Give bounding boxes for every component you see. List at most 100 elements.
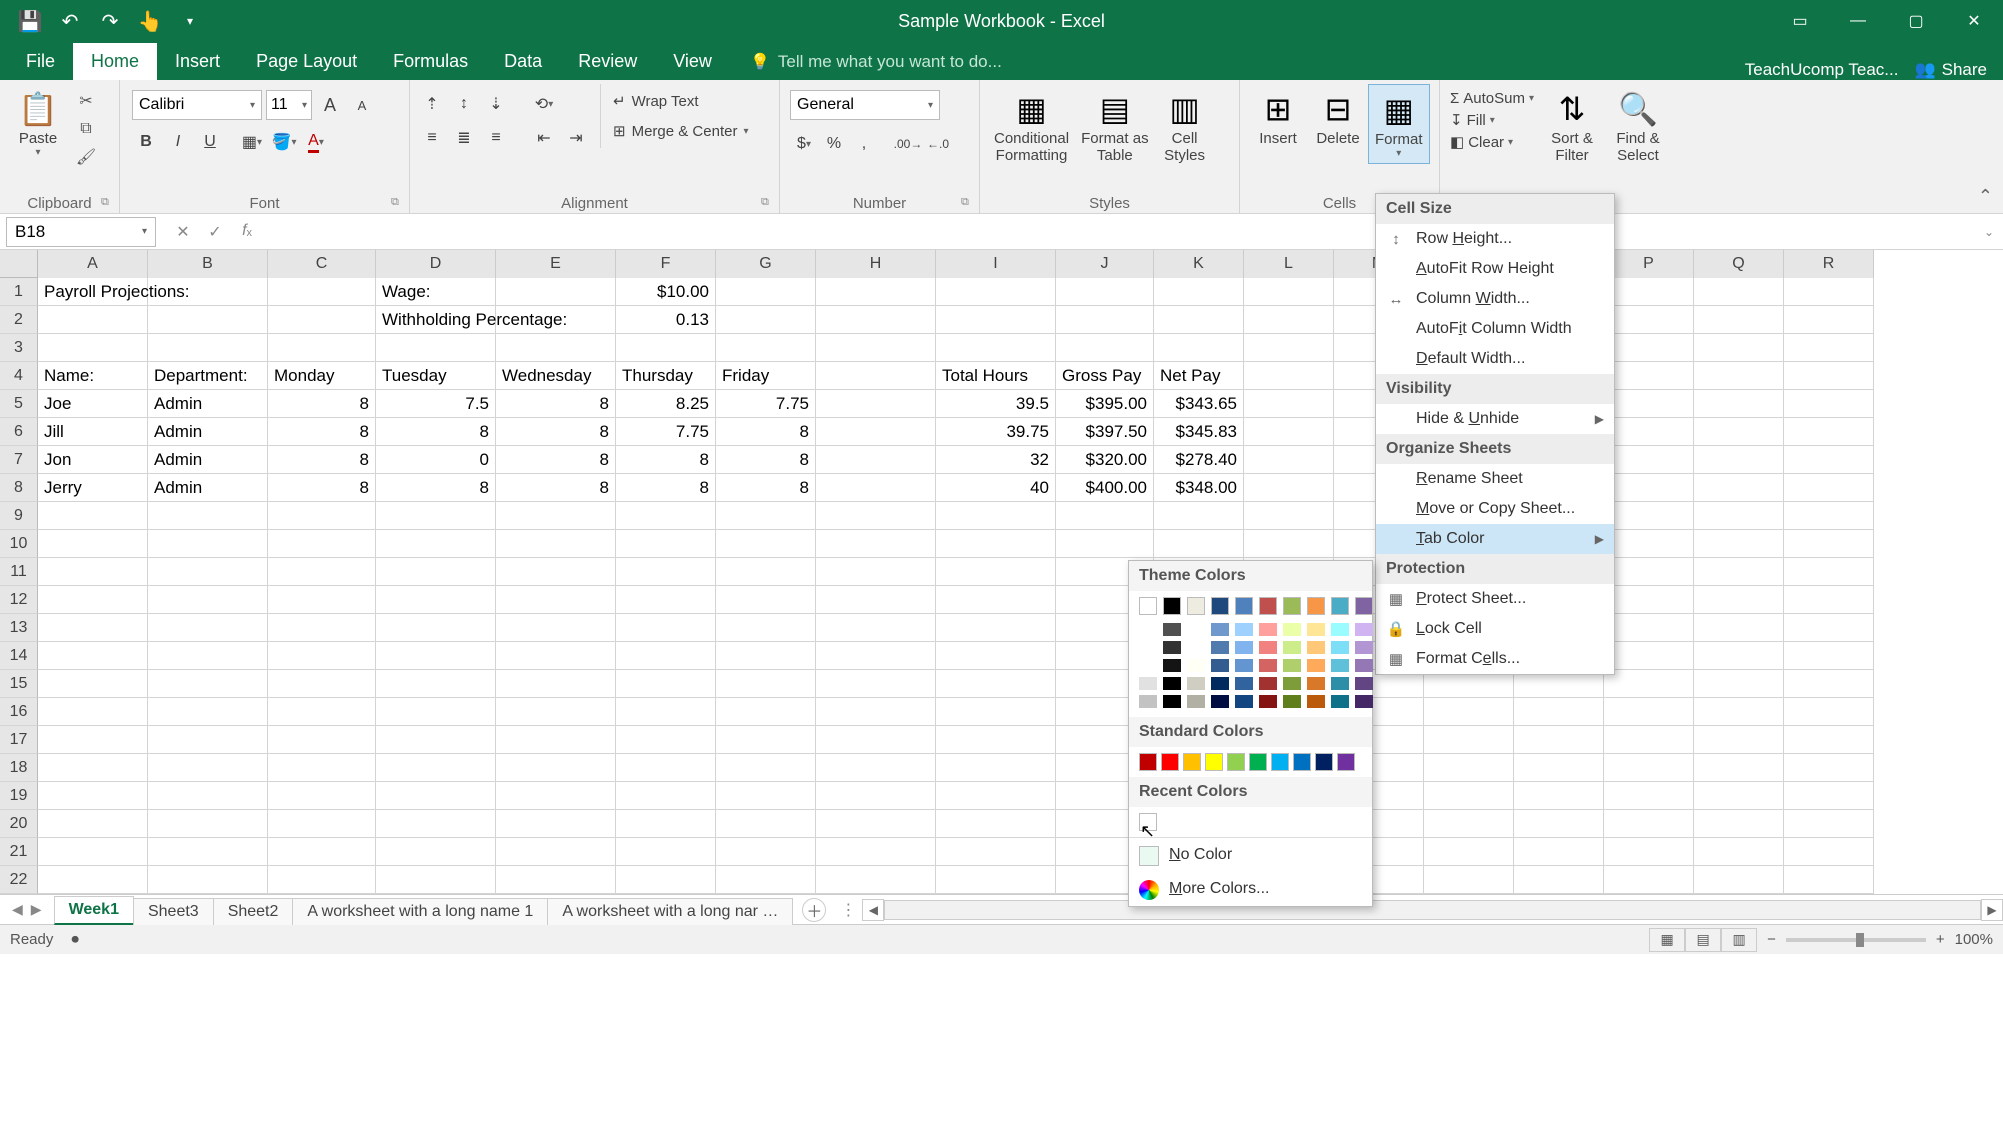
cell[interactable] — [1784, 642, 1874, 670]
cell[interactable] — [148, 754, 268, 782]
cell[interactable] — [1784, 530, 1874, 558]
collapse-ribbon-icon[interactable]: ⌃ — [1978, 186, 1993, 207]
cell[interactable]: $400.00 — [1056, 474, 1154, 502]
row-header[interactable]: 7 — [0, 446, 38, 474]
align-right-icon[interactable]: ≡ — [482, 124, 510, 152]
cell[interactable] — [936, 586, 1056, 614]
cell[interactable] — [148, 614, 268, 642]
increase-font-icon[interactable]: A — [316, 91, 344, 119]
cell[interactable]: 8 — [616, 474, 716, 502]
column-header[interactable]: L — [1244, 250, 1334, 278]
cell[interactable] — [496, 754, 616, 782]
menu-tab-color[interactable]: Tab Color▶ — [1376, 524, 1614, 554]
cell[interactable] — [816, 530, 936, 558]
sort-filter-button[interactable]: ⇅ Sort & Filter — [1542, 84, 1602, 169]
cell[interactable] — [1694, 810, 1784, 838]
color-tint[interactable] — [1283, 641, 1301, 654]
cell[interactable] — [1056, 334, 1154, 362]
menu-rename-sheet[interactable]: Rename Sheet — [1376, 464, 1614, 494]
color-swatch[interactable] — [1161, 753, 1179, 771]
cell[interactable] — [936, 726, 1056, 754]
cell[interactable] — [376, 782, 496, 810]
alignment-launcher-icon[interactable]: ⧉ — [761, 196, 775, 210]
cell[interactable]: Friday — [716, 362, 816, 390]
cell[interactable] — [1604, 362, 1694, 390]
cell[interactable] — [38, 726, 148, 754]
cell[interactable] — [816, 614, 936, 642]
menu-lock-cell[interactable]: 🔒Lock Cell — [1376, 614, 1614, 644]
cell[interactable] — [1244, 334, 1334, 362]
color-swatch[interactable] — [1205, 753, 1223, 771]
tab-file[interactable]: File — [8, 43, 73, 80]
cell[interactable]: 7.5 — [376, 390, 496, 418]
cell[interactable] — [936, 866, 1056, 894]
signed-in-user[interactable]: TeachUcomp Teac... — [1745, 60, 1899, 80]
cell[interactable] — [936, 670, 1056, 698]
column-header[interactable]: Q — [1694, 250, 1784, 278]
worksheet-grid[interactable]: ABCDEFGHIJKLMNOPQR1Payroll Projections:W… — [0, 250, 2003, 894]
row-header[interactable]: 11 — [0, 558, 38, 586]
color-swatch[interactable] — [1211, 597, 1229, 615]
cell[interactable] — [1784, 838, 1874, 866]
row-header[interactable]: 4 — [0, 362, 38, 390]
cell[interactable]: Admin — [148, 418, 268, 446]
row-header[interactable]: 9 — [0, 502, 38, 530]
cell[interactable] — [38, 698, 148, 726]
format-as-table-button[interactable]: ▤ Format as Table — [1075, 84, 1155, 169]
color-tint[interactable] — [1283, 695, 1301, 708]
menu-row-height[interactable]: ↕Row Height... — [1376, 224, 1614, 254]
decrease-font-icon[interactable]: A — [348, 91, 376, 119]
cell[interactable] — [1424, 754, 1514, 782]
cell[interactable] — [1424, 726, 1514, 754]
row-header[interactable]: 14 — [0, 642, 38, 670]
menu-move-copy-sheet[interactable]: Move or Copy Sheet... — [1376, 494, 1614, 524]
increase-indent-icon[interactable]: ⇥ — [562, 124, 590, 152]
format-cells-button[interactable]: ▦ Format ▾ — [1368, 84, 1430, 164]
row-header[interactable]: 20 — [0, 810, 38, 838]
sheet-tab[interactable]: A worksheet with a long name 1 — [292, 898, 548, 925]
cell[interactable] — [816, 642, 936, 670]
cell[interactable] — [1694, 558, 1784, 586]
cell[interactable] — [1514, 726, 1604, 754]
cell[interactable]: 8 — [268, 446, 376, 474]
cell[interactable] — [816, 418, 936, 446]
cell[interactable] — [148, 726, 268, 754]
cell[interactable] — [936, 838, 1056, 866]
cell[interactable] — [716, 670, 816, 698]
cell[interactable] — [376, 558, 496, 586]
cell[interactable] — [1784, 810, 1874, 838]
cell[interactable] — [1514, 698, 1604, 726]
color-tint[interactable] — [1211, 677, 1229, 690]
cell[interactable]: Jon — [38, 446, 148, 474]
row-header[interactable]: 19 — [0, 782, 38, 810]
tab-home[interactable]: Home — [73, 43, 157, 80]
color-tint[interactable] — [1139, 641, 1157, 654]
color-swatch[interactable] — [1227, 753, 1245, 771]
cell[interactable]: Wednesday — [496, 362, 616, 390]
sheet-nav-prev-icon[interactable]: ◀ — [12, 901, 23, 918]
merge-center-button[interactable]: ⊞Merge & Center▾ — [609, 120, 753, 142]
cell[interactable] — [38, 334, 148, 362]
cell[interactable]: Department: — [148, 362, 268, 390]
column-header[interactable]: P — [1604, 250, 1694, 278]
cell[interactable] — [1154, 334, 1244, 362]
color-tint[interactable] — [1187, 641, 1205, 654]
column-header[interactable]: I — [936, 250, 1056, 278]
color-tint[interactable] — [1259, 695, 1277, 708]
enter-formula-icon[interactable]: ✓ — [202, 222, 228, 242]
cell[interactable] — [1694, 306, 1784, 334]
cell[interactable] — [1784, 754, 1874, 782]
tab-insert[interactable]: Insert — [157, 43, 238, 80]
zoom-slider[interactable] — [1786, 938, 1926, 942]
menu-autofit-column[interactable]: AutoFit Column Width — [1376, 314, 1614, 344]
column-header[interactable]: B — [148, 250, 268, 278]
cell[interactable] — [616, 334, 716, 362]
color-swatch[interactable] — [1283, 597, 1301, 615]
cell[interactable] — [716, 726, 816, 754]
minimize-button[interactable]: — — [1829, 0, 1887, 42]
cell[interactable]: 8 — [376, 474, 496, 502]
cell[interactable] — [1604, 698, 1694, 726]
cell[interactable] — [1244, 362, 1334, 390]
cell[interactable] — [148, 810, 268, 838]
color-tint[interactable] — [1331, 677, 1349, 690]
